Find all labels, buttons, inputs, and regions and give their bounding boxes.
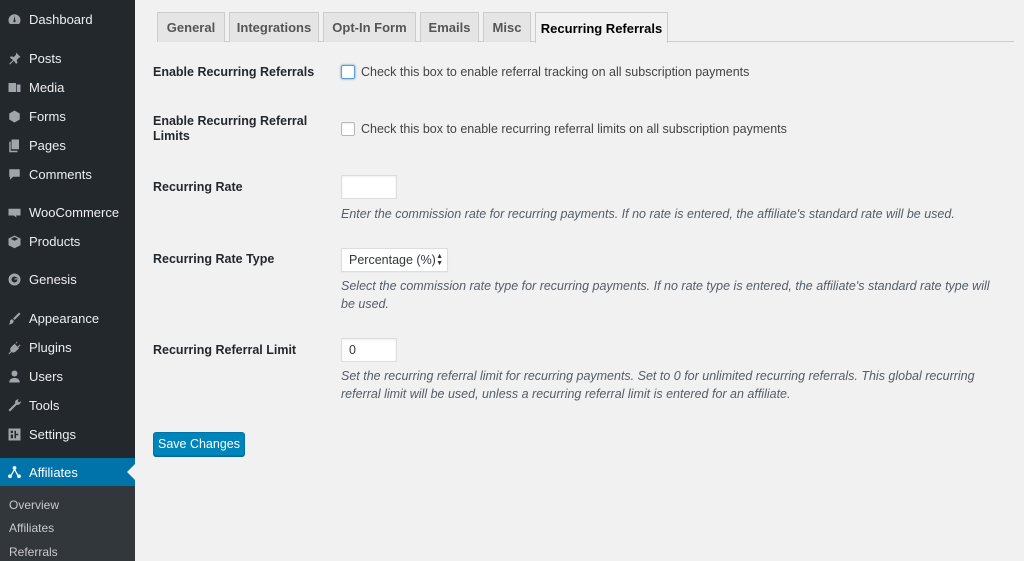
sidebar-item-label: Forms xyxy=(29,108,66,124)
sidebar-item-label: Media xyxy=(29,79,65,95)
save-changes-button[interactable]: Save Changes xyxy=(153,432,245,456)
recurring-rate-label: Recurring Rate xyxy=(153,180,243,194)
sidebar-item-dashboard[interactable]: Dashboard xyxy=(0,5,135,33)
sidebar-item-label: Dashboard xyxy=(29,11,93,27)
referral-limit-description: Set the recurring referral limit for rec… xyxy=(341,367,1011,403)
sidebar-item-label: Genesis xyxy=(29,271,77,287)
recurring-rate-description: Enter the commission rate for recurring … xyxy=(341,207,955,221)
rate-type-description-line2: be used. xyxy=(341,297,389,311)
tab-emails[interactable]: Emails xyxy=(420,12,479,42)
recurring-rate-input[interactable] xyxy=(341,175,397,199)
forms-icon xyxy=(6,108,22,124)
enable-recurring-label: Enable Recurring Referrals xyxy=(153,65,315,79)
enable-limits-label-line2: Limits xyxy=(153,129,190,143)
sidebar-item-settings[interactable]: Settings xyxy=(0,420,135,448)
submenu-item-referrals[interactable]: Referrals xyxy=(9,545,58,559)
pages-icon xyxy=(6,137,22,153)
plug-icon xyxy=(6,339,22,355)
sidebar-item-label: Posts xyxy=(29,50,62,66)
enable-limits-label: Enable Recurring Referral Limits xyxy=(153,114,307,144)
sidebar-item-label: Appearance xyxy=(29,310,100,326)
enable-recurring-text: Check this box to enable referral tracki… xyxy=(361,65,750,79)
tab-recurring-referrals[interactable]: Recurring Referrals xyxy=(535,12,668,43)
sidebar-item-users[interactable]: Users xyxy=(0,362,135,390)
sidebar-item-media[interactable]: Media xyxy=(0,73,135,101)
sidebar-item-label: Products xyxy=(29,233,81,249)
sidebar-item-label: Tools xyxy=(29,397,60,413)
tab-misc[interactable]: Misc xyxy=(483,12,531,42)
referral-limit-label: Recurring Referral Limit xyxy=(153,343,297,357)
submenu-item-affiliates[interactable]: Affiliates xyxy=(9,521,54,535)
brush-icon xyxy=(6,310,22,326)
sidebar-item-plugins[interactable]: Plugins xyxy=(0,333,135,361)
media-icon xyxy=(6,79,22,95)
sidebar-item-woocommerce[interactable]: WooCommerce xyxy=(0,198,135,226)
sidebar-item-tools[interactable]: Tools xyxy=(0,391,135,419)
comment-icon xyxy=(6,166,22,182)
referral-limit-description-line2: referral limit will be used, unless a re… xyxy=(341,387,791,401)
enable-limits-label-line1: Enable Recurring Referral xyxy=(153,114,308,128)
sidebar-item-forms[interactable]: Forms xyxy=(0,102,135,130)
sidebar-item-label: Comments xyxy=(29,166,92,182)
rate-type-description: Select the commission rate type for recu… xyxy=(341,277,1011,313)
genesis-icon xyxy=(6,271,22,287)
sidebar-item-label: Users xyxy=(29,368,63,384)
enable-limits-text: Check this box to enable recurring refer… xyxy=(361,122,787,136)
enable-recurring-checkbox[interactable] xyxy=(341,65,355,79)
rate-type-description-line1: Select the commission rate type for recu… xyxy=(341,279,990,293)
tab-general[interactable]: General xyxy=(157,12,225,42)
pin-icon xyxy=(6,50,22,66)
enable-limits-checkbox[interactable] xyxy=(341,122,355,136)
rate-type-selected: Percentage (%) xyxy=(349,253,436,267)
rate-type-label: Recurring Rate Type xyxy=(153,252,275,266)
woocommerce-icon xyxy=(6,204,22,220)
sidebar-item-label: Plugins xyxy=(29,339,72,355)
box-icon xyxy=(6,233,22,249)
affiliates-submenu: Overview Affiliates Referrals xyxy=(0,486,135,561)
tab-opt-in-form[interactable]: Opt-In Form xyxy=(323,12,416,42)
affiliates-icon xyxy=(6,464,22,480)
wrench-icon xyxy=(6,397,22,413)
submenu-item-overview[interactable]: Overview xyxy=(9,498,59,512)
admin-sidebar: Dashboard Posts Media Forms Pages Commen… xyxy=(0,0,135,561)
sidebar-item-label: Settings xyxy=(29,426,76,442)
sidebar-item-label: Affiliates xyxy=(29,464,78,480)
sidebar-item-posts[interactable]: Posts xyxy=(0,44,135,72)
user-icon xyxy=(6,368,22,384)
sidebar-item-comments[interactable]: Comments xyxy=(0,160,135,188)
sidebar-item-label: Pages xyxy=(29,137,66,153)
tab-integrations[interactable]: Integrations xyxy=(229,12,319,42)
settings-icon xyxy=(6,426,22,442)
sidebar-item-products[interactable]: Products xyxy=(0,227,135,255)
referral-limit-description-line1: Set the recurring referral limit for rec… xyxy=(341,369,975,383)
sidebar-item-genesis[interactable]: Genesis xyxy=(0,265,135,293)
settings-tabs: General Integrations Opt-In Form Emails … xyxy=(157,12,1014,43)
rate-type-select[interactable]: Percentage (%) ▲ ▼ xyxy=(341,248,448,272)
sidebar-item-affiliates[interactable]: Affiliates xyxy=(0,458,135,486)
sidebar-item-appearance[interactable]: Appearance xyxy=(0,304,135,332)
select-arrows-icon: ▲ ▼ xyxy=(436,253,443,267)
dashboard-icon xyxy=(6,11,22,27)
referral-limit-input[interactable]: 0 xyxy=(341,338,397,362)
sidebar-item-pages[interactable]: Pages xyxy=(0,131,135,159)
sidebar-item-label: WooCommerce xyxy=(29,204,120,220)
